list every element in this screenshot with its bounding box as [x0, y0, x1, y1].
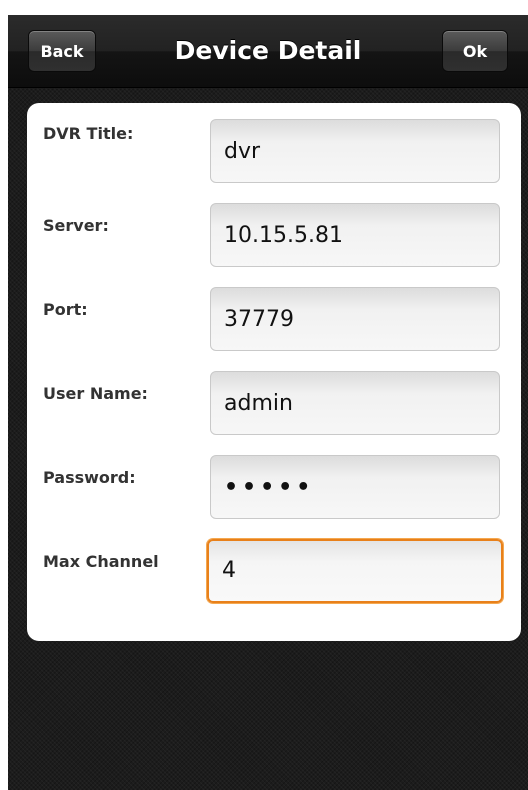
port-row: Port: 37779: [27, 273, 521, 351]
page-title: Device Detail: [174, 36, 362, 65]
port-field[interactable]: 37779: [210, 287, 500, 351]
dvr-title-row: DVR Title: dvr: [27, 105, 521, 183]
device-detail-form: DVR Title: dvr Server: 10.15.5.81 Port: …: [27, 103, 521, 641]
ok-button[interactable]: Ok: [442, 30, 508, 72]
user-name-row: User Name: admin: [27, 357, 521, 435]
port-label: Port:: [43, 300, 88, 319]
server-field[interactable]: 10.15.5.81: [210, 203, 500, 267]
max-channel-row: Max Channel 4: [27, 525, 521, 603]
dvr-title-label: DVR Title:: [43, 124, 134, 143]
max-channel-label: Max Channel: [43, 552, 159, 571]
server-label: Server:: [43, 216, 109, 235]
password-row: Password: •••••: [27, 441, 521, 519]
max-channel-field[interactable]: 4: [207, 539, 503, 603]
dvr-title-field[interactable]: dvr: [210, 119, 500, 183]
user-name-field[interactable]: admin: [210, 371, 500, 435]
password-field[interactable]: •••••: [210, 455, 500, 519]
server-row: Server: 10.15.5.81: [27, 189, 521, 267]
back-button[interactable]: Back: [28, 30, 96, 72]
user-name-label: User Name:: [43, 384, 148, 403]
title-bar: Back Device Detail Ok: [8, 15, 528, 88]
app-screen: Back Device Detail Ok DVR Title: dvr Ser…: [8, 15, 528, 790]
password-label: Password:: [43, 468, 136, 487]
